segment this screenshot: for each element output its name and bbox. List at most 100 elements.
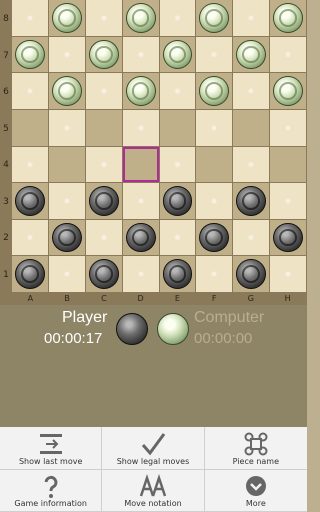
file-label: D [137,294,144,303]
square-g4[interactable] [233,146,270,183]
square-f3[interactable] [196,183,233,219]
square-b3[interactable] [48,183,85,219]
black-checker[interactable] [199,222,230,253]
square-d3[interactable] [122,183,159,219]
black-checker[interactable] [15,186,45,216]
square-a4[interactable] [12,146,48,183]
square-h7[interactable] [270,36,306,73]
square-g6[interactable] [233,73,270,109]
white-checker[interactable] [273,3,303,33]
black-checker[interactable] [236,259,267,289]
square-d2[interactable] [122,219,159,256]
white-checker[interactable] [88,39,119,70]
square-g8[interactable] [233,0,270,36]
menu-piece-name[interactable]: Piece name [204,427,307,470]
black-checker[interactable] [125,222,156,253]
square-d4[interactable] [122,146,159,183]
square-h2[interactable] [270,219,306,256]
rank-label: 8 [3,14,9,24]
square-e6[interactable] [159,73,196,109]
square-h1[interactable] [270,256,306,292]
square-c8[interactable] [85,0,122,36]
square-g7[interactable] [233,36,270,73]
black-checker[interactable] [15,259,45,289]
square-b4[interactable] [48,146,85,183]
white-checker[interactable] [15,39,45,70]
white-checker[interactable] [51,76,82,106]
square-b2[interactable] [48,219,85,256]
square-b5[interactable] [48,109,85,146]
white-checker[interactable] [162,39,193,70]
square-a1[interactable] [12,256,48,292]
square-f8[interactable] [196,0,233,36]
square-c2[interactable] [85,219,122,256]
square-h5[interactable] [270,109,306,146]
square-a8[interactable] [12,0,48,36]
square-a7[interactable] [12,36,48,73]
square-b6[interactable] [48,73,85,109]
square-e4[interactable] [159,146,196,183]
question-icon [44,475,58,498]
square-a3[interactable] [12,183,48,219]
black-checker[interactable] [273,222,303,253]
white-checker[interactable] [199,76,230,106]
menu-show-legal-moves[interactable]: Show legal moves [102,427,205,470]
square-g1[interactable] [233,256,270,292]
square-f7[interactable] [196,36,233,73]
menu-move-notation[interactable]: Move notation [102,469,205,512]
rank-label: 6 [3,87,9,97]
square-f6[interactable] [196,73,233,109]
square-b1[interactable] [48,256,85,292]
black-checker[interactable] [88,259,119,289]
square-e8[interactable] [159,0,196,36]
square-g5[interactable] [233,109,270,146]
square-a2[interactable] [12,219,48,256]
rank-label: 3 [3,196,9,207]
square-c4[interactable] [85,146,122,183]
square-e2[interactable] [159,219,196,256]
square-h4[interactable] [270,146,306,183]
black-checker[interactable] [162,259,193,289]
square-d8[interactable] [122,0,159,36]
square-c5[interactable] [85,109,122,146]
menu-more[interactable]: More [204,470,307,512]
white-checker[interactable] [236,39,267,70]
square-a5[interactable] [12,109,48,146]
square-c6[interactable] [85,73,122,109]
square-c1[interactable] [85,256,122,292]
square-e7[interactable] [159,36,196,73]
black-checker[interactable] [51,222,82,253]
square-d5[interactable] [122,109,159,146]
square-b8[interactable] [48,0,85,36]
square-h8[interactable] [270,0,306,36]
square-e1[interactable] [159,256,196,292]
square-g3[interactable] [233,183,270,219]
square-f1[interactable] [196,256,233,292]
square-h3[interactable] [270,183,306,219]
square-f5[interactable] [196,109,233,146]
black-checker[interactable] [88,186,119,216]
white-checker[interactable] [51,3,82,33]
square-d1[interactable] [122,256,159,292]
white-checker[interactable] [199,3,230,33]
computer-label: Computer [194,309,265,326]
menu-show-last-move[interactable]: Show last move [0,427,103,470]
square-e3[interactable] [159,183,196,219]
square-f4[interactable] [196,146,233,183]
square-b7[interactable] [48,36,85,73]
white-checker[interactable] [125,76,156,106]
square-f2[interactable] [196,219,233,256]
square-h6[interactable] [270,73,306,109]
white-checker[interactable] [273,76,303,106]
white-checker[interactable] [125,3,156,33]
square-e5[interactable] [159,109,196,146]
square-d6[interactable] [122,73,159,109]
menu-game-information[interactable]: Game information [0,469,103,512]
square-d7[interactable] [122,36,159,73]
black-checker[interactable] [236,186,267,216]
square-g2[interactable] [233,219,270,256]
black-checker[interactable] [162,186,193,216]
square-c7[interactable] [85,36,122,73]
square-c3[interactable] [85,183,122,219]
square-a6[interactable] [12,73,48,109]
